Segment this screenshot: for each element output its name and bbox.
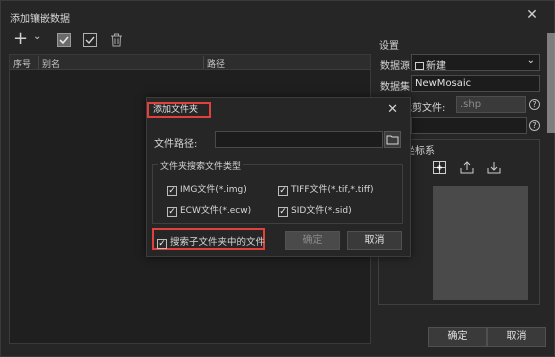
folder-icon	[386, 135, 399, 145]
column-header-index[interactable]: 序号	[13, 57, 31, 70]
checkbox-checked-icon: ✓	[167, 186, 177, 196]
tiff-type-checkbox[interactable]: ✓ TIFF文件(*.tif,*.tiff)	[278, 182, 374, 196]
import-icon[interactable]	[487, 160, 501, 176]
data-source-label: 数据源:	[380, 61, 414, 72]
clip-file-input[interactable]: .shp	[456, 96, 526, 113]
add-dropdown-icon[interactable]: ⌄	[33, 31, 41, 47]
ecw-type-checkbox[interactable]: ✓ ECW文件(*.ecw)	[167, 203, 251, 217]
column-divider[interactable]	[38, 56, 39, 69]
sid-type-label: SID文件(*.sid)	[291, 206, 352, 216]
add-icon[interactable]: +	[13, 30, 28, 48]
img-type-label: IMG文件(*.img)	[180, 185, 247, 195]
dialog-ok-button[interactable]: 确定	[285, 231, 340, 250]
background-window-edge	[547, 33, 555, 133]
dialog-close-icon[interactable]: ✕	[387, 103, 398, 116]
browse-folder-button[interactable]	[384, 131, 401, 148]
delete-icon[interactable]	[110, 33, 123, 49]
tiff-type-label: TIFF文件(*.tif,*.tiff)	[291, 185, 374, 195]
data-source-value: 新建	[426, 61, 446, 71]
clip-path-input[interactable]	[411, 117, 527, 134]
chevron-down-icon: ⌄	[526, 55, 535, 66]
coordinate-preview	[433, 186, 528, 300]
dialog-cancel-button[interactable]: 取消	[347, 231, 402, 250]
checkbox-checked-icon: ✓	[278, 207, 288, 217]
checkbox-checked-icon: ✓	[167, 207, 177, 217]
file-type-group-title: 文件夹搜索文件类型	[158, 159, 244, 172]
checkbox-checked-icon: ✓	[278, 186, 288, 196]
checkbox-checked-icon: ✓	[157, 239, 167, 249]
ok-button[interactable]: 确定	[428, 327, 487, 347]
add-mosaic-data-window: 添加镶嵌数据 ✕ + ⌄ 序号 别名 路径 设置 数据源: 新建 ⌄ 数据集: …	[0, 0, 555, 357]
window-title: 添加镶嵌数据	[10, 14, 70, 25]
coord-help-icon[interactable]: ?	[529, 120, 540, 131]
column-header-alias[interactable]: 别名	[42, 57, 60, 70]
cancel-button[interactable]: 取消	[487, 327, 546, 347]
search-subfolders-label: 搜索子文件夹中的文件	[170, 237, 266, 248]
search-subfolders-checkbox[interactable]: ✓ 搜索子文件夹中的文件	[157, 234, 265, 249]
dialog-title: 添加文件夹	[147, 102, 211, 118]
dataset-input[interactable]: NewMosaic	[411, 75, 540, 92]
data-source-select[interactable]: 新建 ⌄	[411, 54, 540, 71]
ecw-type-label: ECW文件(*.ecw)	[180, 206, 252, 216]
title-bar: 添加镶嵌数据 ✕	[1, 1, 554, 31]
dataset-label: 数据集:	[380, 82, 414, 93]
folder-path-input[interactable]	[215, 131, 383, 148]
img-type-checkbox[interactable]: ✓ IMG文件(*.img)	[167, 182, 247, 196]
select-all-icon[interactable]	[57, 33, 71, 49]
column-header-path[interactable]: 路径	[207, 57, 225, 70]
clip-help-icon[interactable]: ?	[529, 99, 540, 110]
table-header: 序号 别名 路径	[10, 55, 370, 70]
database-icon	[415, 62, 424, 70]
column-divider[interactable]	[203, 56, 204, 69]
settings-section-title: 设置	[379, 41, 399, 52]
export-icon[interactable]	[460, 160, 474, 176]
sid-type-checkbox[interactable]: ✓ SID文件(*.sid)	[278, 203, 352, 217]
check-icon[interactable]	[83, 33, 97, 49]
add-folder-dialog: 添加文件夹 ✕ 文件路径: 文件夹搜索文件类型 ✓ IMG文件(*.img) ✓ T…	[146, 97, 411, 257]
add-grid-icon[interactable]	[433, 161, 446, 177]
folder-path-label: 文件路径:	[154, 139, 198, 150]
window-close-icon[interactable]: ✕	[524, 7, 540, 23]
